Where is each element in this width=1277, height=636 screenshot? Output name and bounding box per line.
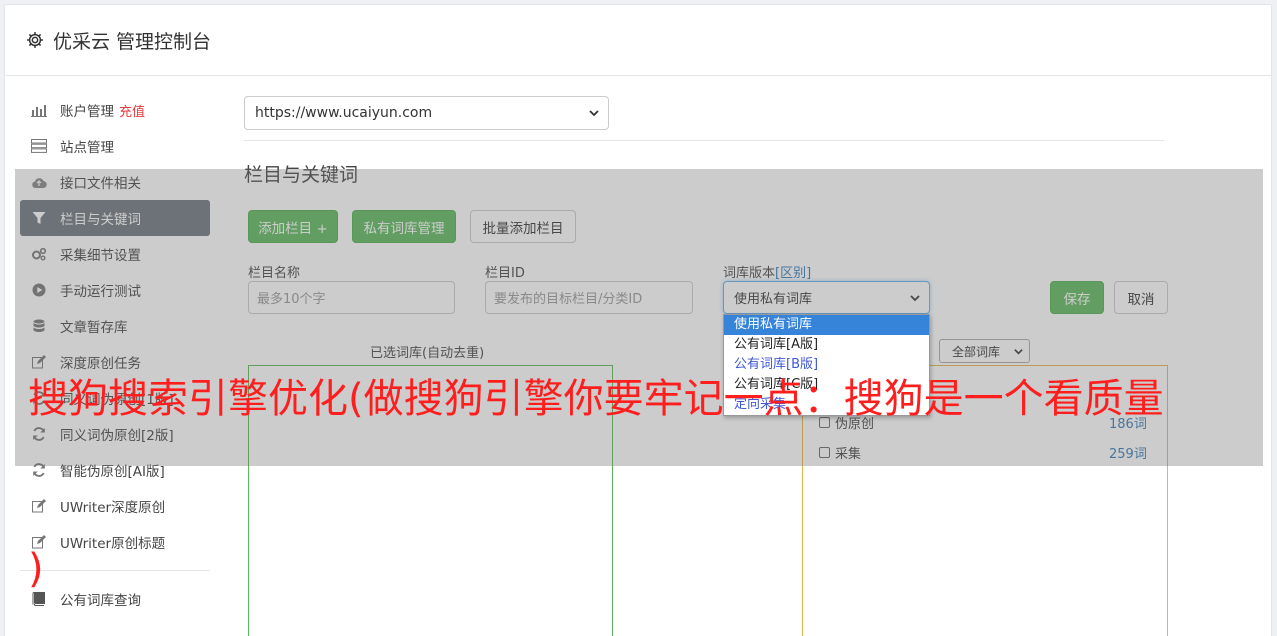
- dropdown-option[interactable]: 使用私有词库: [724, 315, 929, 335]
- sidebar-item-label: UWriter深度原创: [60, 500, 166, 516]
- sidebar-item-label: UWriter原创标题: [60, 536, 166, 552]
- dropdown-option[interactable]: 公有词库[A版]: [724, 335, 929, 355]
- sidebar-item-uwriter-title[interactable]: UWriter原创标题: [20, 524, 210, 560]
- sidebar-item-public-lib-query[interactable]: 公有词库查询: [20, 581, 210, 617]
- site-select[interactable]: https://www.ucaiyun.com: [244, 96, 609, 130]
- sidebar-item-sites[interactable]: 站点管理: [20, 128, 210, 164]
- gear-icon: [27, 32, 43, 48]
- sidebar-item-label: 账户管理: [60, 104, 114, 120]
- page-title: 优采云 管理控制台: [53, 30, 212, 53]
- recharge-link[interactable]: 充值: [119, 101, 145, 120]
- sidebar-item-uwriter-deep[interactable]: UWriter深度原创: [20, 488, 210, 524]
- divider: [244, 140, 1164, 141]
- sidebar-divider: [20, 570, 210, 571]
- bar-chart-icon: [31, 102, 47, 118]
- server-icon: [31, 138, 47, 154]
- book-icon: [31, 591, 47, 607]
- page-header: 优采云 管理控制台: [5, 5, 1271, 76]
- edit-icon: [31, 498, 47, 514]
- overlay-banner-tail: ): [28, 546, 44, 592]
- sidebar-item-label: 站点管理: [60, 140, 114, 156]
- sidebar-item-account[interactable]: 账户管理 充值: [20, 92, 210, 128]
- sidebar-item-label: 公有词库查询: [60, 593, 141, 609]
- site-select-value: https://www.ucaiyun.com: [255, 105, 433, 121]
- overlay-banner-text: 搜狗搜索引擎优化(做搜狗引擎你要牢记一点：搜狗是一个看质量: [28, 376, 1164, 422]
- chevron-down-icon: [589, 110, 599, 117]
